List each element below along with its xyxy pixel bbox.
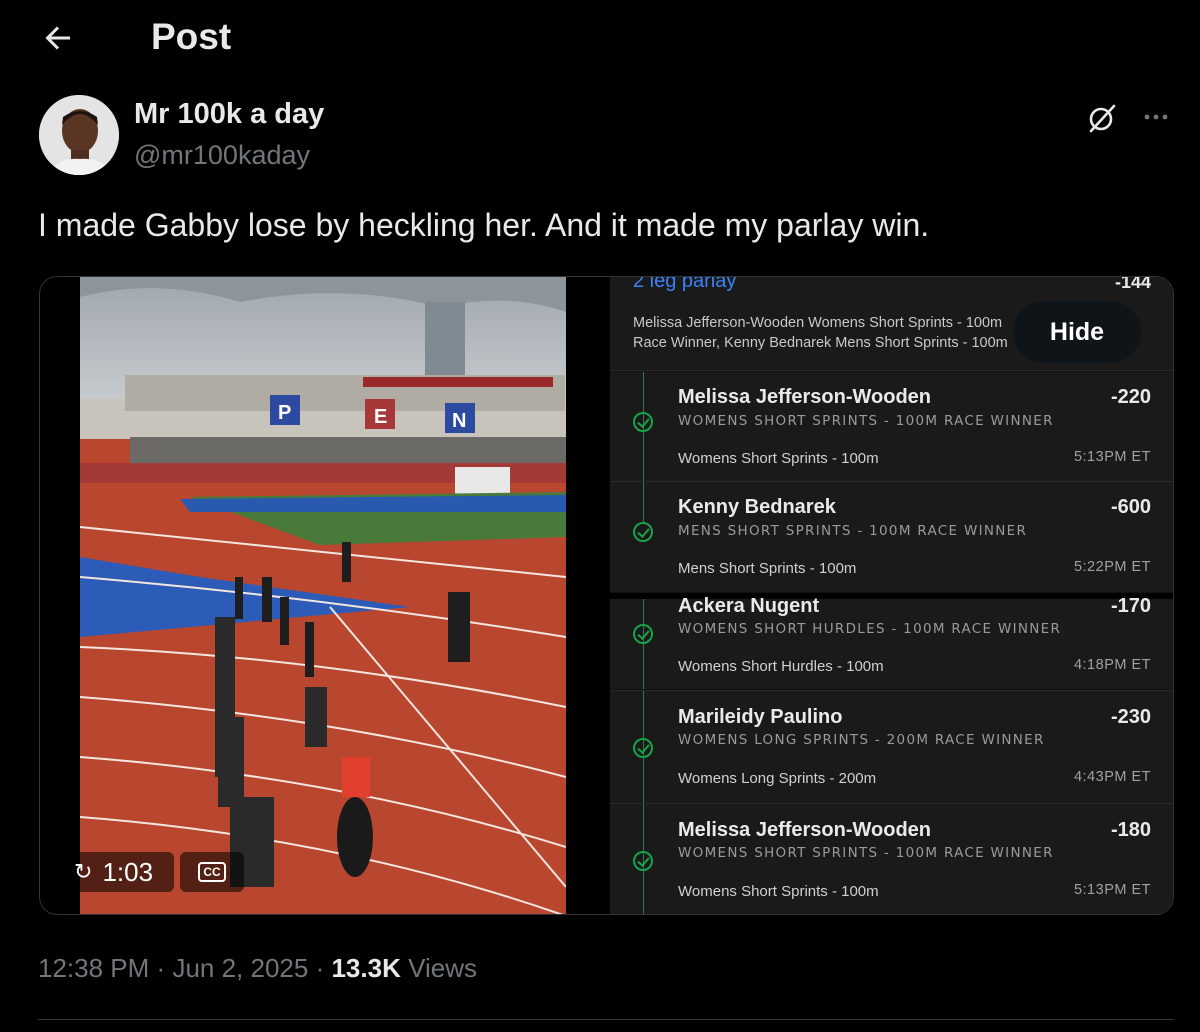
leg-time: 4:43PM ET: [1073, 769, 1151, 785]
leg-connector: [643, 482, 644, 522]
leg-market: WOMENS SHORT HURDLES - 100M RACE WINNER: [678, 621, 1062, 637]
more-options-icon[interactable]: [1140, 100, 1174, 134]
stadium-letter-e: E: [374, 406, 387, 428]
parlay-odds: -144: [1114, 276, 1151, 292]
author-name[interactable]: Mr 100k a day: [134, 98, 324, 131]
bet-slip: 2 leg parlay -144 Melissa Jefferson-Wood…: [610, 276, 1173, 914]
win-check-icon: [633, 624, 653, 644]
leg-event: Womens Short Sprints - 100m: [678, 450, 879, 467]
views-count: 13.3K: [331, 953, 401, 983]
meta-separator: ·: [156, 953, 166, 983]
stadium-letter-n: N: [452, 410, 466, 432]
parlay-title: 2 leg parlay: [633, 276, 737, 292]
grok-icon[interactable]: [1085, 101, 1119, 135]
hide-button[interactable]: Hide: [1013, 301, 1141, 363]
leg-time: 4:18PM ET: [1073, 657, 1151, 673]
leg-event: Mens Short Sprints - 100m: [678, 560, 857, 577]
leg-odds: -180: [1110, 819, 1151, 841]
leg-time: 5:13PM ET: [1073, 882, 1151, 898]
replay-button[interactable]: ↻ 1:03: [60, 852, 174, 892]
leg-athlete: Ackera Nugent: [678, 595, 820, 617]
track-video-frame[interactable]: P E N: [80, 277, 566, 914]
bet-leg: Marileidy Paulino -230 WOMENS LONG SPRIN…: [610, 691, 1173, 803]
bet-leg: Kenny Bednarek -600 MENS SHORT SPRINTS -…: [610, 482, 1173, 592]
leg-athlete: Melissa Jefferson-Wooden: [678, 386, 932, 408]
replay-icon: ↻: [74, 859, 93, 884]
win-check-icon: [633, 522, 653, 542]
win-check-icon: [633, 738, 653, 758]
back-arrow-icon[interactable]: [40, 20, 76, 56]
leg-athlete: Marileidy Paulino: [678, 706, 843, 728]
post-time[interactable]: 12:38 PM: [38, 953, 149, 983]
captions-button[interactable]: CC: [180, 852, 244, 892]
leg-event: Womens Short Sprints - 100m: [678, 883, 879, 900]
parlay-description: Melissa Jefferson-Wooden Womens Short Sp…: [633, 315, 1008, 351]
leg-event: Womens Short Hurdles - 100m: [678, 658, 884, 675]
stadium-letter-p: P: [278, 402, 291, 424]
captions-icon: CC: [198, 862, 226, 882]
leg-market: WOMENS SHORT SPRINTS - 100M RACE WINNER: [678, 845, 1054, 861]
leg-event: Womens Long Sprints - 200m: [678, 770, 877, 787]
post-date[interactable]: Jun 2, 2025: [172, 953, 308, 983]
leg-athlete: Melissa Jefferson-Wooden: [678, 819, 932, 841]
bet-leg: Melissa Jefferson-Wooden -220 WOMENS SHO…: [610, 372, 1173, 481]
top-bar: Post: [0, 0, 1200, 76]
meta-separator: ·: [315, 953, 325, 983]
leg-odds: -220: [1110, 386, 1151, 408]
author-handle[interactable]: @mr100kaday: [134, 140, 310, 171]
bet-leg: Melissa Jefferson-Wooden -180 WOMENS SHO…: [610, 804, 1173, 914]
avatar[interactable]: [39, 95, 119, 175]
leg-market: MENS SHORT SPRINTS - 100M RACE WINNER: [678, 523, 1028, 539]
leg-market: WOMENS SHORT SPRINTS - 100M RACE WINNER: [678, 413, 1054, 429]
post-meta: 12:38 PM · Jun 2, 2025 · 13.3K Views: [38, 953, 477, 984]
views-label: Views: [408, 953, 477, 983]
leg-odds: -170: [1110, 595, 1151, 617]
win-check-icon: [633, 412, 653, 432]
leg-connector: [643, 599, 644, 689]
leg-market: WOMENS LONG SPRINTS - 200M RACE WINNER: [678, 732, 1045, 748]
leg-time: 5:13PM ET: [1073, 449, 1151, 465]
video-player[interactable]: P E N ↻ 1:03 CC 2 leg parlay -144 Meliss…: [39, 276, 1174, 915]
video-duration: 1:03: [102, 856, 154, 887]
leg-athlete: Kenny Bednarek: [678, 496, 836, 518]
divider: [38, 1019, 1174, 1020]
parlay-summary: 2 leg parlay -144 Melissa Jefferson-Wood…: [610, 276, 1173, 371]
page-title: Post: [151, 16, 232, 57]
bet-leg: Ackera Nugent -170 WOMENS SHORT HURDLES …: [610, 595, 1173, 689]
leg-odds: -600: [1110, 496, 1151, 518]
win-check-icon: [633, 851, 653, 871]
leg-time: 5:22PM ET: [1073, 559, 1151, 575]
tweet-text: I made Gabby lose by heckling her. And i…: [38, 207, 930, 243]
leg-odds: -230: [1110, 706, 1151, 728]
